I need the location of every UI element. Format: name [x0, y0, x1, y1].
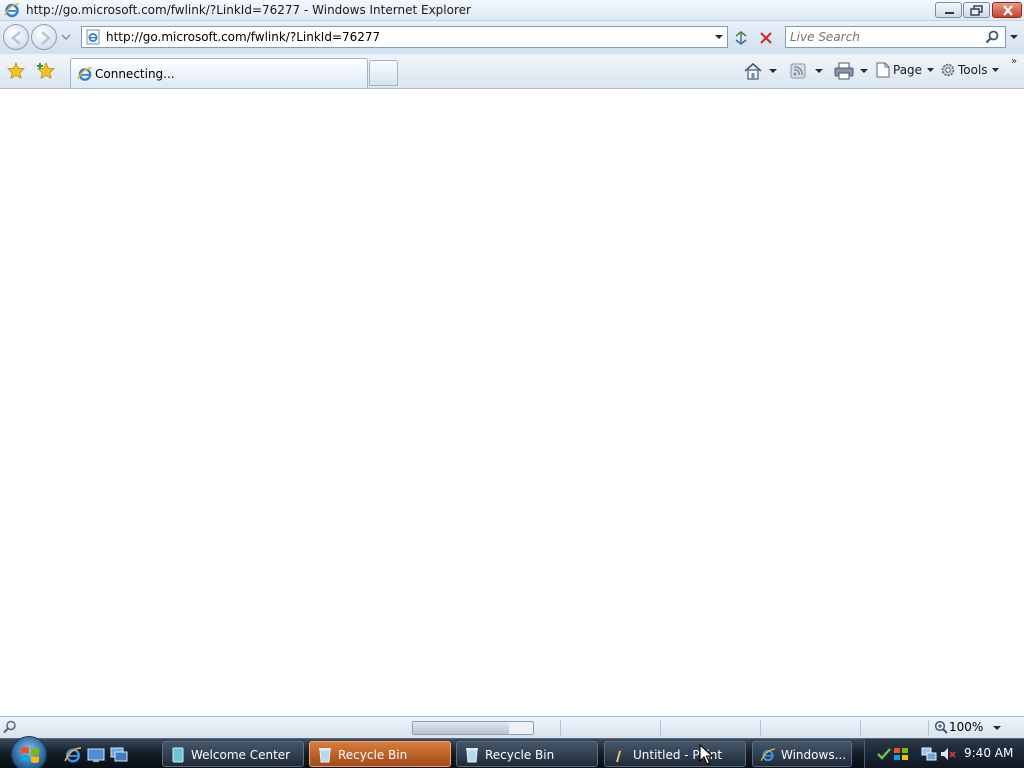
tab-connecting[interactable]: Connecting... [70, 58, 368, 88]
taskbar-item-label: Welcome Center [191, 748, 291, 762]
tab-command-bar: Connecting... Page Tools » [0, 54, 1024, 89]
feeds-dropdown-icon[interactable] [814, 62, 824, 80]
taskbar-item-label: Recycle Bin [338, 748, 408, 762]
status-separator [560, 720, 561, 736]
tools-menu-label: Tools [958, 63, 988, 77]
search-box[interactable] [785, 26, 1006, 48]
minimize-button[interactable] [935, 2, 962, 18]
taskbar-item-recycle-bin-active[interactable]: Recycle Bin [309, 741, 451, 767]
status-search-icon [3, 720, 16, 734]
address-bar[interactable]: http://go.microsoft.com/fwlink/?LinkId=7… [81, 26, 728, 48]
zoom-dropdown-icon[interactable] [992, 724, 1002, 732]
switch-windows-icon[interactable] [110, 746, 128, 764]
ie-icon [761, 748, 775, 762]
taskbar-item-paint[interactable]: Untitled - Paint [604, 741, 746, 767]
restore-button[interactable] [963, 2, 990, 18]
close-button[interactable] [992, 2, 1022, 18]
taskbar-item-recycle-bin[interactable]: Recycle Bin [456, 741, 598, 767]
back-arrow-icon [11, 31, 21, 45]
home-icon[interactable] [743, 62, 763, 80]
forward-arrow-icon [41, 31, 51, 45]
stop-icon[interactable] [756, 28, 776, 48]
tools-dropdown-icon [992, 68, 1000, 72]
taskbar-item-label: Recycle Bin [485, 748, 555, 762]
page-icon [876, 62, 890, 78]
print-dropdown-icon[interactable] [859, 62, 869, 80]
progress-fill [413, 722, 509, 734]
page-dropdown-icon [926, 68, 934, 72]
page-menu-button[interactable]: Page [875, 62, 937, 80]
window-title: http://go.microsoft.com/fwlink/?LinkId=7… [26, 3, 471, 17]
restore-icon [970, 5, 983, 16]
windows-flag-icon[interactable] [893, 746, 909, 762]
windows-logo-icon [21, 747, 39, 763]
navigation-bar: http://go.microsoft.com/fwlink/?LinkId=7… [0, 21, 1024, 54]
taskbar: Welcome Center Recycle Bin Recycle Bin U… [0, 736, 1024, 768]
clock[interactable]: 9:40 AM [964, 746, 1013, 760]
start-button[interactable] [11, 736, 47, 768]
close-icon [1003, 5, 1013, 16]
mouse-cursor-icon [699, 744, 713, 765]
paint-icon [616, 748, 623, 762]
volume-muted-icon[interactable] [940, 746, 956, 762]
show-desktop-icon[interactable] [87, 746, 105, 764]
forward-button[interactable] [31, 24, 57, 50]
title-bar: http://go.microsoft.com/fwlink/?LinkId=7… [0, 0, 1024, 21]
command-bar-overflow-button[interactable]: » [1011, 56, 1017, 74]
recycle-bin-icon [466, 748, 478, 763]
system-tray: 9:40 AM [864, 739, 1024, 768]
tools-menu-button[interactable]: Tools [940, 62, 1004, 80]
tab-label: Connecting... [95, 67, 175, 81]
print-icon[interactable] [833, 62, 855, 80]
refresh-icon[interactable] [731, 28, 751, 48]
address-url[interactable]: http://go.microsoft.com/fwlink/?LinkId=7… [106, 30, 380, 44]
page-ie-icon [86, 29, 100, 45]
back-button[interactable] [3, 24, 29, 50]
search-options-dropdown-icon[interactable] [1009, 33, 1019, 41]
feeds-icon[interactable] [788, 62, 808, 80]
security-center-icon[interactable] [876, 746, 892, 762]
search-icon[interactable] [985, 30, 999, 44]
favorites-center-icon[interactable] [7, 62, 25, 80]
add-favorite-icon[interactable] [37, 62, 55, 80]
taskbar-item-welcome-center[interactable]: Welcome Center [162, 741, 304, 767]
status-separator [928, 720, 929, 736]
welcome-center-icon [172, 747, 184, 763]
taskbar-item-label: Windows... [781, 748, 847, 762]
status-separator [760, 720, 761, 736]
page-menu-label: Page [893, 63, 923, 77]
quick-launch-ie-icon[interactable] [64, 746, 82, 764]
status-bar: 100% [0, 716, 1024, 738]
tab-ie-icon [77, 67, 93, 81]
minimize-icon [945, 12, 954, 14]
zoom-icon[interactable] [934, 720, 948, 734]
home-dropdown-icon[interactable] [768, 62, 778, 80]
status-separator [660, 720, 661, 736]
recent-pages-dropdown-icon[interactable] [61, 32, 71, 42]
ie-logo-icon [4, 3, 20, 18]
address-dropdown-icon[interactable] [714, 33, 724, 41]
search-input[interactable] [790, 29, 980, 45]
status-separator [860, 720, 861, 736]
page-content[interactable] [0, 89, 1024, 716]
network-icon[interactable] [921, 746, 937, 762]
page-load-progress-bar [412, 721, 534, 735]
gear-icon [941, 63, 955, 77]
new-tab-button[interactable] [369, 60, 398, 86]
recycle-bin-icon [319, 748, 331, 763]
zoom-level[interactable]: 100% [949, 720, 983, 734]
taskbar-item-internet-explorer[interactable]: Windows... [752, 741, 852, 767]
